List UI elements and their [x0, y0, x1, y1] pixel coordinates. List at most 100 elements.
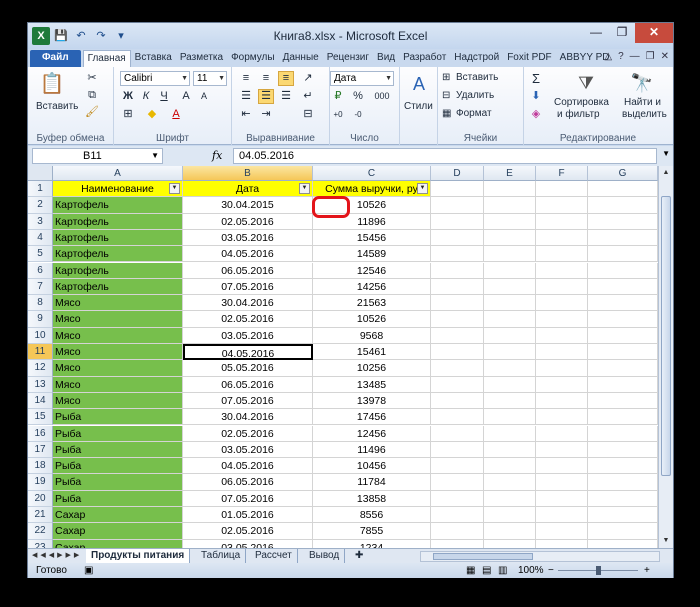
cell[interactable] [588, 213, 658, 230]
table-header-cell[interactable]: Сумма выручки, ру ▼ [313, 181, 431, 198]
column-header-b[interactable]: B [183, 166, 313, 181]
cell[interactable] [484, 213, 536, 230]
underline-button[interactable]: Ч [156, 89, 172, 104]
vertical-scroll-thumb[interactable] [661, 196, 671, 476]
cell[interactable] [588, 441, 658, 459]
expand-formula-icon[interactable]: ▼ [662, 149, 670, 158]
cell[interactable] [536, 278, 588, 296]
cell[interactable] [536, 262, 588, 279]
cell[interactable] [431, 441, 484, 459]
cell-date[interactable]: 07.05.2016 [183, 278, 313, 296]
cell[interactable] [431, 376, 484, 393]
cell[interactable] [484, 392, 536, 410]
cell[interactable] [484, 278, 536, 296]
table-header-cell[interactable]: Дата ▼ [183, 181, 313, 198]
cell[interactable] [484, 360, 536, 377]
cell-name[interactable]: Сахар [53, 539, 183, 548]
cell[interactable] [588, 278, 658, 296]
cell-name[interactable]: Картофель [53, 197, 183, 214]
cell[interactable] [431, 425, 484, 442]
cell[interactable] [484, 295, 536, 312]
close-button[interactable]: ✕ [635, 23, 673, 43]
delete-cells-icon[interactable]: ⊟ [442, 90, 450, 101]
cell[interactable] [588, 392, 658, 410]
cell-name[interactable]: Сахар [53, 507, 183, 524]
cell-date[interactable]: 04.05.2016 [183, 458, 313, 475]
column-header-g[interactable]: G [588, 166, 658, 181]
borders-icon[interactable]: ⊞ [120, 107, 136, 122]
cell[interactable] [484, 507, 536, 524]
cell[interactable] [536, 344, 588, 361]
cell[interactable] [431, 360, 484, 377]
cell-name[interactable]: Мясо [53, 344, 183, 361]
cell[interactable] [588, 474, 658, 491]
cell[interactable] [536, 539, 588, 548]
align-right-icon[interactable]: ☰ [278, 89, 294, 104]
cell[interactable] [588, 425, 658, 442]
font-color-icon[interactable]: A [168, 107, 184, 122]
row-header[interactable]: 4 [28, 229, 53, 247]
row-header[interactable]: 10 [28, 327, 53, 344]
merge-center-icon[interactable]: ⊟ [300, 107, 316, 122]
cell[interactable] [431, 474, 484, 491]
cell-name[interactable]: Мясо [53, 360, 183, 377]
cell-revenue[interactable]: 11496 [313, 441, 431, 459]
cell[interactable] [431, 392, 484, 410]
row-header[interactable]: 22 [28, 523, 53, 540]
increase-indent-icon[interactable]: ⇥ [258, 107, 274, 122]
decrease-indent-icon[interactable]: ⇤ [238, 107, 254, 122]
row-header[interactable]: 2 [28, 197, 53, 214]
shrink-font-icon[interactable]: A [196, 89, 212, 104]
cell-name[interactable]: Картофель [53, 278, 183, 296]
align-left-icon[interactable]: ☰ [238, 89, 254, 104]
maximize-button[interactable]: ❐ [609, 23, 635, 43]
cell-date[interactable]: 02.05.2016 [183, 311, 313, 328]
cell[interactable] [431, 197, 484, 214]
column-header-c[interactable]: C [313, 166, 431, 181]
grow-font-icon[interactable]: A [178, 89, 194, 104]
vertical-scrollbar[interactable]: ▲ ▼ [658, 166, 673, 548]
macro-record-icon[interactable]: ▣ [84, 563, 93, 578]
cell[interactable] [536, 197, 588, 214]
currency-icon[interactable]: ₽ [330, 89, 346, 104]
cell-revenue[interactable]: 13978 [313, 392, 431, 410]
cell-revenue[interactable]: 14589 [313, 246, 431, 263]
cell[interactable] [588, 490, 658, 507]
sheet-tab-products[interactable]: Продукты питания [86, 549, 191, 563]
cell[interactable] [431, 229, 484, 247]
cell-date[interactable]: 06.05.2016 [183, 262, 313, 279]
cell[interactable] [484, 197, 536, 214]
cell-date[interactable]: 07.05.2016 [183, 392, 313, 410]
cell-date[interactable]: 04.05.2016 [183, 246, 313, 263]
zoom-level[interactable]: 100% [518, 563, 544, 578]
cell-name[interactable]: Рыба [53, 474, 183, 491]
cell-date[interactable]: 02.05.2016 [183, 425, 313, 442]
fill-icon[interactable]: ⬇ [528, 89, 544, 104]
zoom-in-icon[interactable]: + [644, 563, 650, 578]
cell[interactable] [431, 311, 484, 328]
autosum-button[interactable]: Σ [528, 71, 544, 86]
cell-date[interactable]: 30.04.2016 [183, 295, 313, 312]
thousands-button[interactable]: 000 [370, 89, 394, 104]
cell-date[interactable]: 03.05.2016 [183, 229, 313, 247]
cell-revenue[interactable]: 13485 [313, 376, 431, 393]
normal-view-icon[interactable]: ▦ [466, 563, 475, 578]
cell-name[interactable]: Мясо [53, 376, 183, 393]
cell[interactable] [484, 376, 536, 393]
sheet-tab-table[interactable]: Таблица [196, 549, 247, 563]
cell[interactable] [536, 392, 588, 410]
row-header[interactable]: 6 [28, 262, 53, 279]
row-header[interactable]: 18 [28, 458, 53, 475]
cell[interactable] [484, 246, 536, 263]
cell[interactable] [536, 523, 588, 540]
column-header-d[interactable]: D [431, 166, 484, 181]
italic-button[interactable]: К [138, 89, 154, 104]
tab-foxit[interactable]: Foxit PDF [503, 50, 555, 67]
row-header[interactable]: 15 [28, 409, 53, 426]
cell[interactable] [484, 181, 536, 198]
cell-revenue[interactable]: 11784 [313, 474, 431, 491]
cell[interactable] [588, 197, 658, 214]
cell-revenue[interactable]: 1234 [313, 539, 431, 548]
cell[interactable] [588, 523, 658, 540]
cell[interactable] [431, 262, 484, 279]
